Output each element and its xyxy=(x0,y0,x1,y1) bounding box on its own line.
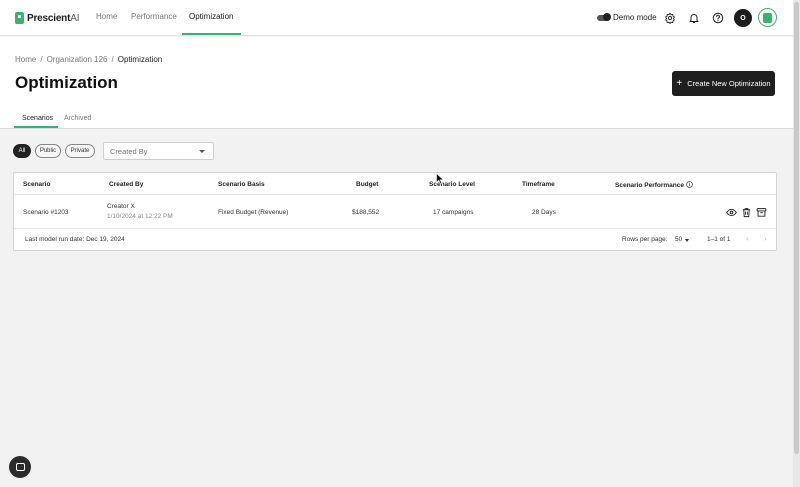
chat-icon xyxy=(15,463,25,471)
row-divider xyxy=(14,228,776,229)
tab-archived[interactable]: Archived xyxy=(64,115,91,122)
created-by-placeholder: Created By xyxy=(110,146,148,156)
caret-down-icon[interactable] xyxy=(685,239,689,242)
tab-active-indicator xyxy=(14,126,58,128)
breadcrumb-current: Optimization xyxy=(117,55,163,64)
rows-per-page-select[interactable]: 50 xyxy=(675,236,682,243)
chevron-left-icon[interactable]: ‹ xyxy=(746,234,749,243)
tab-scenarios[interactable]: Scenarios xyxy=(22,115,53,122)
bell-icon[interactable] xyxy=(688,12,700,24)
breadcrumb: Home / Organization 126 / Optimization xyxy=(15,55,162,64)
header-scenario[interactable]: Scenario xyxy=(23,181,50,188)
cell-budget: $188,552 xyxy=(352,209,380,216)
cell-scenario[interactable]: Scenario #1203 xyxy=(23,209,69,216)
brand-suffix: AI xyxy=(70,12,80,24)
filter-private-chip[interactable]: Private xyxy=(65,144,95,158)
caret-down-icon xyxy=(199,150,205,153)
archive-icon[interactable] xyxy=(756,207,767,218)
info-icon[interactable] xyxy=(686,181,693,188)
scenarios-table: Scenario Created By Scenario Basis Budge… xyxy=(13,172,777,251)
demo-mode-toggle[interactable]: Demo mode xyxy=(597,13,657,22)
org-logo-icon xyxy=(763,12,772,23)
brand-logo[interactable]: PrescientAI xyxy=(15,11,79,25)
trash-icon[interactable] xyxy=(741,207,752,218)
logo-icon xyxy=(15,12,24,24)
header-scenario-basis[interactable]: Scenario Basis xyxy=(218,181,265,188)
nav-active-indicator xyxy=(182,33,241,35)
toggle-switch[interactable] xyxy=(597,13,611,21)
org-avatar[interactable] xyxy=(758,8,777,27)
pagination-range: 1–1 of 1 xyxy=(707,236,731,243)
last-run-date: Last model run date: Dec 19, 2024 xyxy=(25,236,125,243)
breadcrumb-separator: / xyxy=(40,55,43,64)
page-title: Optimization xyxy=(15,73,118,92)
settings-gear-icon[interactable] xyxy=(664,12,676,24)
plus-icon: + xyxy=(676,77,683,89)
chat-support-button[interactable] xyxy=(9,456,31,478)
create-optimization-button[interactable]: + Create New Optimization xyxy=(672,71,775,96)
filter-public-chip[interactable]: Public xyxy=(35,144,61,158)
header-created-by[interactable]: Created By xyxy=(109,181,143,188)
help-icon[interactable] xyxy=(712,12,724,24)
created-by-select[interactable]: Created By xyxy=(103,142,214,160)
top-nav: PrescientAI Home Performance Optimizatio… xyxy=(0,0,793,36)
breadcrumb-home[interactable]: Home xyxy=(15,55,36,64)
nav-home[interactable]: Home xyxy=(96,12,117,21)
cell-basis: Fixed Budget (Revenue) xyxy=(218,209,289,216)
filter-all-chip[interactable]: All xyxy=(13,144,31,158)
nav-optimization[interactable]: Optimization xyxy=(189,12,233,21)
header-divider xyxy=(14,194,776,195)
header-timeframe[interactable]: Timeframe xyxy=(522,181,555,188)
create-button-label: Create New Optimization xyxy=(687,79,771,88)
scrollbar-thumb[interactable] xyxy=(794,2,799,454)
header-performance-label: Scenario Performance xyxy=(615,182,685,189)
cell-timeframe: 28 Days xyxy=(532,209,556,216)
page-scrollbar[interactable] xyxy=(793,0,800,487)
mouse-cursor-icon xyxy=(436,173,444,185)
breadcrumb-separator: / xyxy=(111,55,114,64)
rows-per-page-label: Rows per page: xyxy=(622,236,668,243)
breadcrumb-organization[interactable]: Organization 126 xyxy=(47,55,108,64)
demo-mode-label: Demo mode xyxy=(613,13,657,22)
cell-created-at: 1/10/2024 at 12:22 PM xyxy=(107,213,173,220)
header-budget[interactable]: Budget xyxy=(356,181,378,188)
header-scenario-performance[interactable]: Scenario Performance xyxy=(615,181,693,189)
nav-performance[interactable]: Performance xyxy=(131,12,177,21)
chevron-right-icon[interactable]: › xyxy=(764,234,767,243)
user-avatar[interactable]: O xyxy=(734,9,752,27)
cell-level: 17 campaigns xyxy=(433,209,474,216)
cell-creator: Creator X xyxy=(107,203,135,210)
brand-name: Prescient xyxy=(27,12,71,24)
eye-icon[interactable] xyxy=(726,207,737,218)
